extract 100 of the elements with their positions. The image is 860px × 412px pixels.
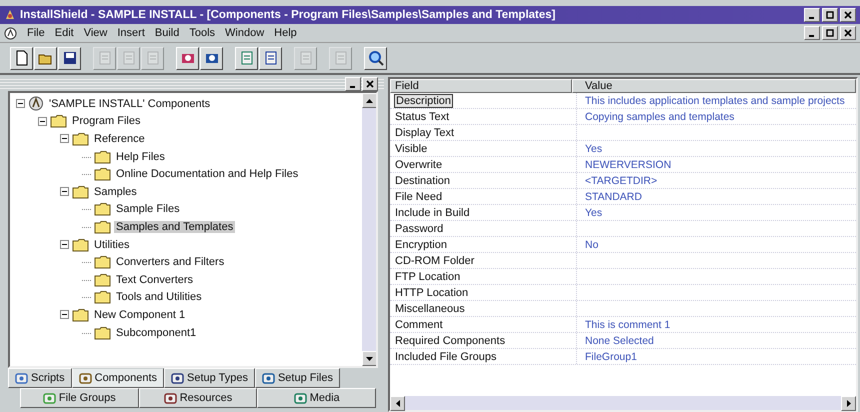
tree-item[interactable]: Online Documentation and Help Files	[114, 168, 300, 180]
tab[interactable]: Components	[72, 368, 164, 388]
toolbar-icon	[262, 50, 278, 66]
folder-icon	[72, 132, 89, 146]
tree-item[interactable]: Converters and Filters	[114, 256, 226, 268]
field-name[interactable]: Comment	[394, 318, 444, 330]
close-icon	[366, 80, 374, 88]
restore-icon	[826, 11, 834, 19]
collapse-icon[interactable]	[60, 310, 69, 320]
menu-item[interactable]: Window	[225, 27, 264, 39]
folder-icon	[50, 114, 67, 128]
field-name[interactable]: File Need	[394, 190, 444, 202]
field-name[interactable]: Status Text	[394, 110, 450, 122]
field-name[interactable]: Included File Groups	[394, 350, 498, 362]
field-value: STANDARD	[585, 190, 642, 202]
tab-icon	[262, 372, 275, 384]
left-arrow-icon	[396, 400, 400, 407]
down-arrow-icon	[366, 356, 373, 360]
collapse-icon[interactable]	[16, 99, 25, 108]
folder-icon	[94, 202, 111, 216]
tree-item[interactable]: Tools and Utilities	[114, 291, 204, 304]
field-name[interactable]: CD-ROM Folder	[394, 254, 476, 266]
field-value: NEWERVERSION	[585, 158, 672, 170]
folder-icon	[94, 290, 111, 304]
folder-icon	[72, 184, 89, 199]
toolbar-button[interactable]	[10, 46, 33, 70]
toolbar-button[interactable]	[34, 46, 57, 70]
collapse-icon[interactable]	[60, 134, 69, 144]
field-value: <TARGETDIR>	[585, 174, 658, 186]
toolbar-icon	[298, 50, 314, 66]
vertical-scrollbar[interactable]	[362, 93, 376, 366]
field-name[interactable]: Overwrite	[394, 158, 444, 170]
field-name[interactable]: Required Components	[394, 334, 506, 346]
tab[interactable]: Setup Types	[164, 368, 255, 388]
tab-icon	[42, 392, 56, 404]
tab-icon	[164, 392, 177, 404]
tab[interactable]: File Groups	[20, 388, 139, 408]
field-name[interactable]: Description	[394, 94, 454, 108]
field-name[interactable]: Visible	[394, 142, 428, 154]
restore-button[interactable]	[822, 8, 838, 22]
field-name[interactable]: Display Text	[394, 126, 456, 138]
toolbar-icon	[238, 50, 254, 66]
field-name[interactable]: FTP Location	[394, 270, 462, 282]
toolbar-button[interactable]	[176, 46, 199, 70]
tab[interactable]: Setup Files	[254, 368, 340, 388]
tree-item[interactable]: Samples and Templates	[114, 220, 236, 233]
tree-item[interactable]: Text Converters	[114, 274, 196, 286]
close-icon	[844, 29, 852, 37]
field-name[interactable]: Destination	[394, 174, 452, 186]
collapse-icon[interactable]	[60, 187, 69, 196]
close-button[interactable]	[840, 8, 856, 22]
field-value: This includes application templates and sample projects	[585, 94, 845, 106]
menu-item[interactable]: Edit	[54, 27, 74, 39]
field-value: No	[585, 238, 598, 250]
tree-item[interactable]: Sample Files	[114, 203, 182, 216]
menu-item[interactable]: Build	[154, 27, 180, 39]
components-icon	[28, 96, 44, 112]
up-arrow-icon	[366, 98, 373, 102]
tab[interactable]: Resources	[138, 388, 258, 408]
menu-item[interactable]: View	[84, 27, 108, 39]
tab-icon	[78, 372, 92, 384]
search-icon	[368, 50, 384, 66]
field-value: Yes	[585, 142, 602, 154]
field-name[interactable]: HTTP Location	[394, 286, 470, 298]
field-name[interactable]: Encryption	[394, 238, 448, 250]
toolbar-button[interactable]	[364, 46, 387, 70]
field-name[interactable]: Miscellaneous	[394, 302, 466, 314]
tab[interactable]: Media	[257, 388, 376, 408]
minimize-button[interactable]	[345, 77, 361, 91]
toolbar-button[interactable]	[235, 46, 258, 70]
toolbar-button[interactable]	[259, 46, 282, 70]
menu-item[interactable]: Insert	[117, 27, 145, 39]
tab[interactable]: Scripts	[8, 368, 72, 388]
tree-item[interactable]: New Component 1	[92, 308, 188, 321]
restore-button[interactable]	[822, 26, 838, 40]
tree-item[interactable]: Utilities	[92, 238, 132, 251]
field-name[interactable]: Password	[394, 222, 444, 234]
menu-item[interactable]: File	[27, 27, 45, 39]
tree-item[interactable]: 'SAMPLE INSTALL' Components	[47, 98, 212, 110]
tree-item[interactable]: Help Files	[114, 150, 167, 163]
minimize-button[interactable]	[804, 8, 820, 22]
close-button[interactable]	[362, 77, 378, 91]
tree-item[interactable]: Samples	[92, 186, 139, 198]
toolbar-button[interactable]	[200, 46, 223, 70]
close-icon	[844, 11, 852, 19]
right-arrow-icon	[846, 400, 850, 407]
minimize-button[interactable]	[804, 26, 820, 40]
folder-icon	[94, 220, 111, 234]
tree-item[interactable]: Subcomponent1	[114, 326, 198, 339]
tree-item[interactable]: Reference	[92, 132, 147, 145]
collapse-icon[interactable]	[38, 116, 47, 126]
column-header: Value	[572, 79, 856, 93]
collapse-icon[interactable]	[60, 240, 69, 250]
close-button[interactable]	[840, 26, 856, 40]
field-name[interactable]: Include in Build	[394, 206, 471, 218]
menu-item[interactable]: Tools	[189, 27, 216, 39]
tree-item[interactable]: Program Files	[70, 115, 142, 128]
horizontal-scrollbar[interactable]	[390, 396, 856, 410]
toolbar-button[interactable]	[58, 46, 81, 70]
menu-item[interactable]: Help	[274, 27, 297, 39]
